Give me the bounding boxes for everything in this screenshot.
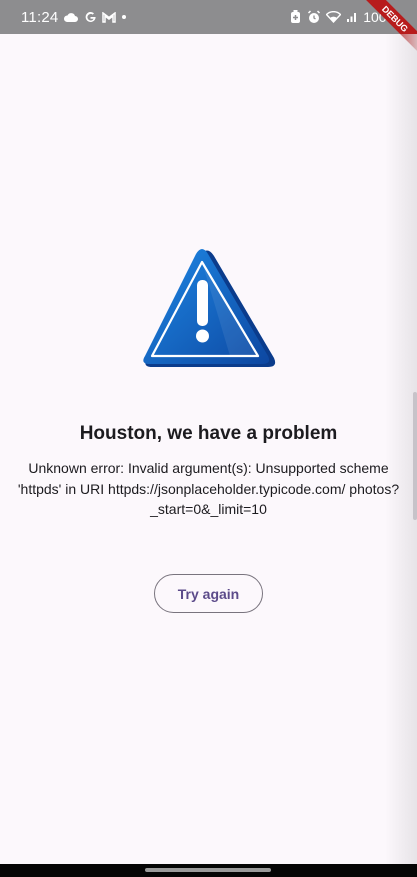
error-title: Houston, we have a problem: [79, 423, 338, 444]
notification-dot-icon: [121, 14, 127, 20]
status-left: 11:24: [21, 9, 127, 26]
alarm-icon: [307, 10, 321, 24]
navigation-bar: [0, 864, 417, 877]
battery-saver-icon: [289, 10, 302, 24]
try-again-button[interactable]: Try again: [154, 574, 263, 613]
edge-panel-handle[interactable]: [413, 392, 417, 520]
cloud-icon: [63, 12, 79, 23]
status-bar: 11:24 100%: [0, 0, 417, 34]
warning-icon: [138, 246, 278, 370]
gmail-icon: [102, 11, 117, 23]
status-time: 11:24: [21, 8, 59, 26]
home-indicator[interactable]: [145, 868, 271, 872]
wifi-icon: [326, 11, 342, 23]
google-icon: [84, 11, 97, 24]
error-message: Unknown error: Invalid argument(s): Unsu…: [17, 460, 400, 517]
